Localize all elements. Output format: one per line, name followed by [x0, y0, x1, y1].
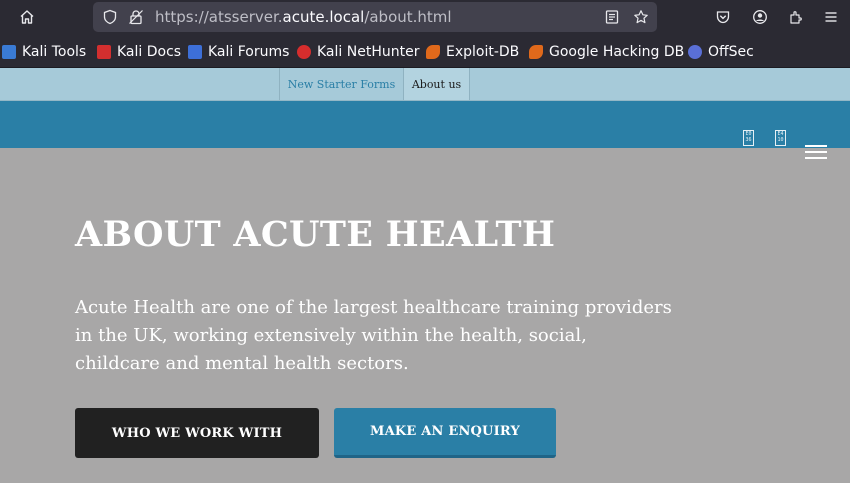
url-path: /about.html [364, 8, 452, 26]
bookmark-kali-nethunter[interactable]: Kali NetHunter [297, 43, 419, 61]
bookmarks-bar: Kali Tools Kali Docs Kali Forums Kali Ne… [0, 34, 850, 68]
bookmark-label: Kali NetHunter [317, 44, 420, 60]
intro-paragraph: Acute Health are one of the largest heal… [75, 297, 672, 374]
url-text[interactable]: https://atsserver.acute.local/about.html [155, 8, 452, 26]
google-hacking-db-icon [529, 45, 543, 59]
url-prefix: https://atsserver. [155, 8, 283, 26]
shield-icon[interactable] [99, 6, 121, 28]
make-an-enquiry-button[interactable]: MAKE AN ENQUIRY [334, 408, 556, 458]
home-icon[interactable] [16, 6, 38, 28]
url-domain: acute.local [282, 8, 365, 26]
menu-icon[interactable] [820, 6, 842, 28]
kali-docs-icon [97, 45, 111, 59]
address-bar[interactable]: https://atsserver.acute.local/about.html [93, 2, 657, 32]
page-title: ABOUT ACUTE HEALTH [75, 214, 556, 255]
offsec-icon [688, 45, 702, 59]
exploit-db-icon [426, 45, 440, 59]
flag-code-bottom: 10 [777, 137, 784, 143]
bookmark-exploit-db[interactable]: Exploit-DB [426, 43, 519, 61]
top-nav: New Starter Forms About us [0, 68, 850, 101]
bookmark-label: Google Hacking DB [549, 44, 685, 60]
bookmark-label: Exploit-DB [446, 44, 520, 60]
hamburger-menu-icon[interactable] [805, 145, 827, 159]
extensions-icon[interactable] [785, 6, 807, 28]
nav-new-starter-forms[interactable]: New Starter Forms [279, 68, 403, 100]
flag-icon[interactable]: E0 36 [743, 130, 754, 146]
bookmark-kali-docs[interactable]: Kali Docs [97, 43, 181, 61]
reader-view-icon[interactable] [601, 6, 623, 28]
header-band [0, 101, 850, 148]
page-content: New Starter Forms About us E0 36 E4 10 ABO… [0, 68, 850, 483]
kali-forums-icon [188, 45, 202, 59]
browser-toolbar: https://atsserver.acute.local/about.html [0, 0, 850, 34]
bookmark-offsec[interactable]: OffSec [688, 43, 754, 61]
flag-icon[interactable]: E4 10 [775, 130, 786, 146]
bookmark-label: OffSec [708, 44, 754, 60]
bookmark-label: Kali Docs [117, 44, 182, 60]
account-icon[interactable] [749, 6, 771, 28]
lock-insecure-icon[interactable] [125, 6, 147, 28]
pocket-icon[interactable] [712, 6, 734, 28]
bookmark-google-hacking-db[interactable]: Google Hacking DB [529, 43, 684, 61]
kali-tools-icon [2, 45, 16, 59]
bookmark-kali-forums[interactable]: Kali Forums [188, 43, 289, 61]
bookmark-star-icon[interactable] [630, 6, 652, 28]
bookmark-label: Kali Tools [22, 44, 87, 60]
bookmark-label: Kali Forums [208, 44, 290, 60]
who-we-work-with-button[interactable]: WHO WE WORK WITH [75, 408, 319, 458]
bookmark-kali-tools[interactable]: Kali Tools [2, 43, 86, 61]
nav-about-us[interactable]: About us [403, 68, 470, 100]
kali-nethunter-icon [297, 45, 311, 59]
flag-code-bottom: 36 [745, 137, 752, 143]
